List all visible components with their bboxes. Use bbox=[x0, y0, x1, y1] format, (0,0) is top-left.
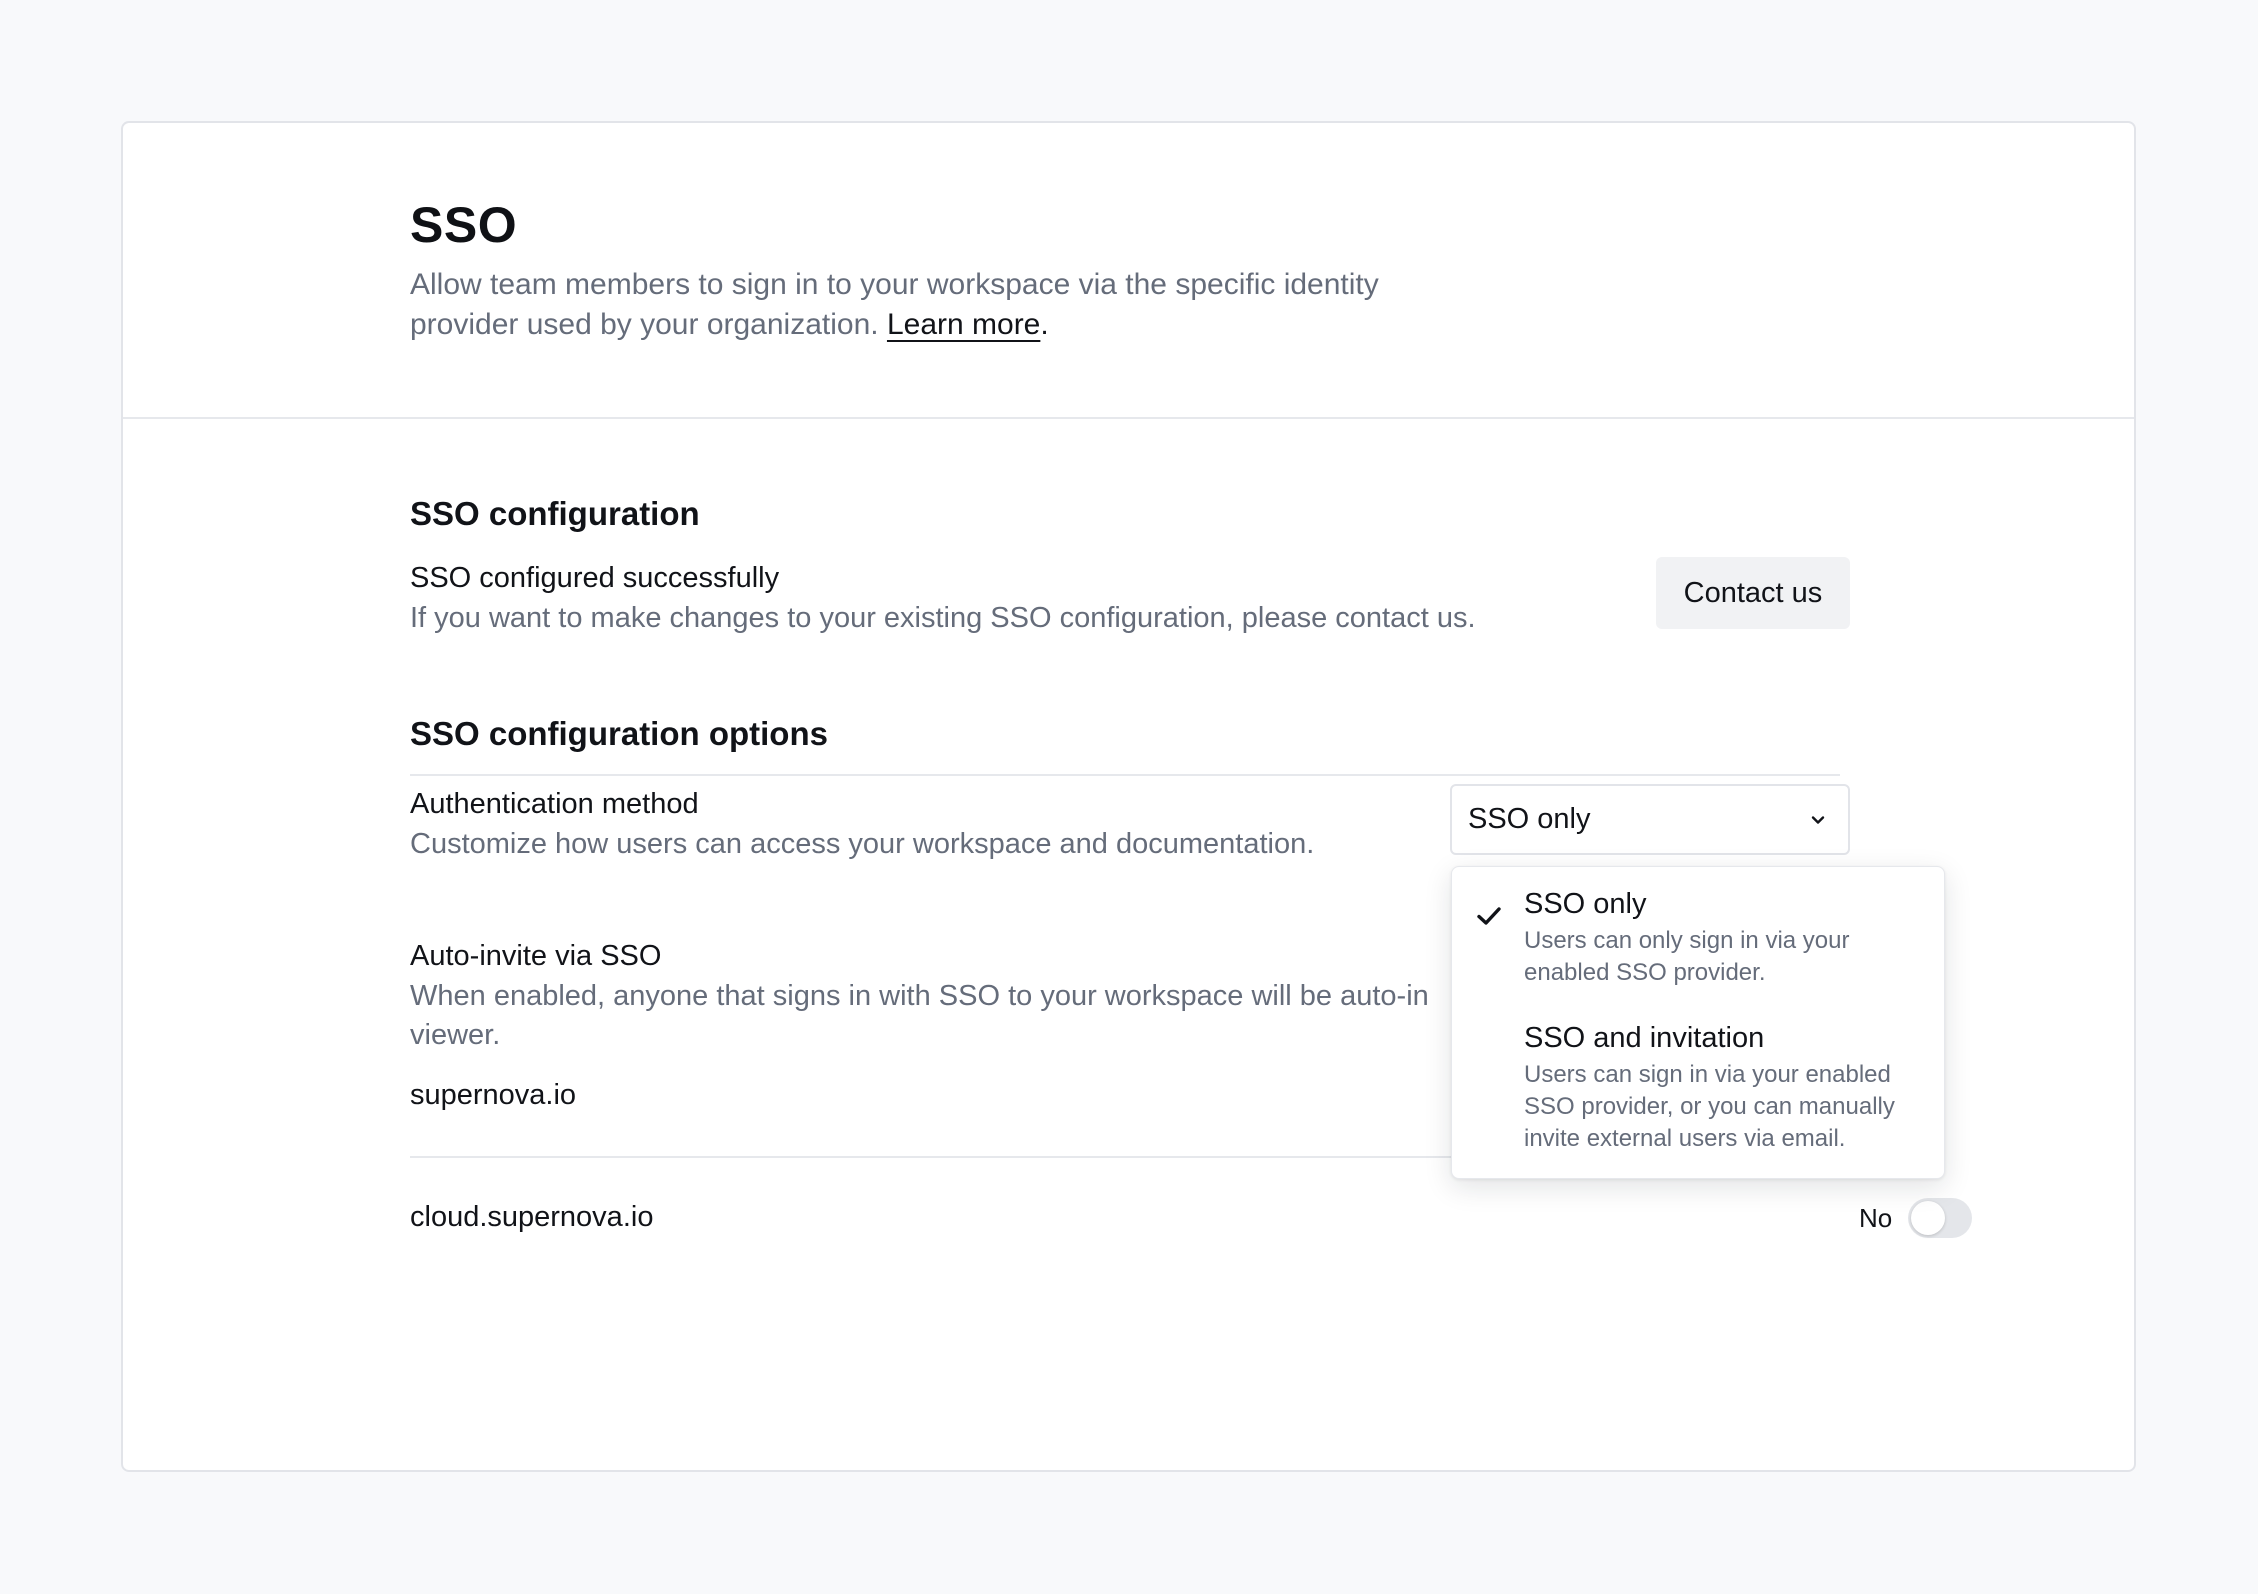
dropdown-option-sso-only[interactable]: SSO only Users can only sign in via your… bbox=[1452, 885, 1944, 1005]
checkmark-icon bbox=[1474, 901, 1504, 931]
page-header: SSO Allow team members to sign in to you… bbox=[123, 123, 2134, 419]
sso-options-heading: SSO configuration options bbox=[410, 715, 828, 752]
domain-item: supernova.io bbox=[410, 1079, 577, 1111]
auto-invite-description-line2: viewer. bbox=[410, 1019, 501, 1051]
option-description: Users can only sign in via your enabled … bbox=[1524, 927, 1850, 986]
page-title: SSO bbox=[410, 197, 518, 253]
auto-invite-description-line1: When enabled, anyone that signs in with … bbox=[410, 980, 1429, 1012]
page-description: Allow team members to sign in to your wo… bbox=[410, 265, 1430, 345]
sso-settings-card: SSO Allow team members to sign in to you… bbox=[121, 121, 2136, 1472]
option-description: Users can sign in via your enabled SSO p… bbox=[1524, 1061, 1895, 1152]
contact-us-button[interactable]: Contact us bbox=[1656, 557, 1850, 629]
auth-method-description: Customize how users can access your work… bbox=[410, 828, 1315, 860]
option-label: SSO only bbox=[1524, 888, 1647, 920]
auto-invite-toggle[interactable] bbox=[1908, 1198, 1973, 1238]
auth-method-title: Authentication method bbox=[410, 788, 699, 820]
auth-method-dropdown-menu: SSO only Users can only sign in via your… bbox=[1451, 866, 1945, 1179]
domain-toggle-row: No bbox=[1859, 1197, 1973, 1239]
sso-status-description: If you want to make changes to your exis… bbox=[410, 602, 1476, 634]
auto-invite-title: Auto-invite via SSO bbox=[410, 940, 662, 972]
chevron-down-icon bbox=[1804, 806, 1832, 834]
auth-method-selected-value: SSO only bbox=[1468, 803, 1591, 835]
section-divider bbox=[410, 774, 1840, 776]
learn-more-period: . bbox=[1040, 308, 1049, 341]
domain-item: cloud.supernova.io bbox=[410, 1201, 654, 1233]
toggle-state-label: No bbox=[1859, 1202, 1893, 1233]
sso-status-title: SSO configured successfully bbox=[410, 562, 780, 594]
toggle-knob bbox=[1911, 1201, 1946, 1235]
sso-configuration-heading: SSO configuration bbox=[410, 495, 700, 532]
option-label: SSO and invitation bbox=[1524, 1022, 1765, 1054]
learn-more-link[interactable]: Learn more bbox=[887, 308, 1040, 341]
auth-method-select[interactable]: SSO only bbox=[1450, 784, 1850, 855]
dropdown-option-sso-and-invitation[interactable]: SSO and invitation Users can sign in via… bbox=[1452, 1019, 1944, 1169]
